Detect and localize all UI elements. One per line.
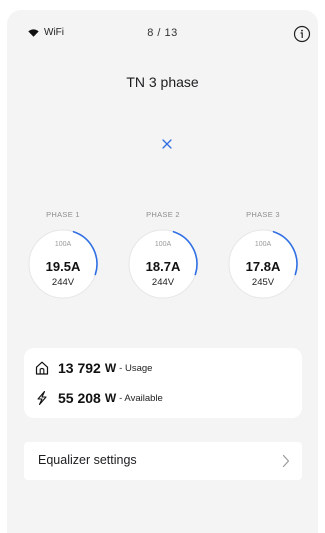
phase-current: 18.7A xyxy=(145,259,181,274)
phase-label: PHASE 3 xyxy=(246,210,280,219)
close-icon xyxy=(162,139,172,149)
phase-gauge: 100A 18.7A 244V xyxy=(123,224,203,304)
phase-label: PHASE 2 xyxy=(146,210,180,219)
chevron-right-icon xyxy=(282,454,290,468)
close-button[interactable] xyxy=(160,137,174,151)
phase-max-current: 100A xyxy=(54,241,72,248)
available-label: - Available xyxy=(119,392,163,404)
phase-current: 17.8A xyxy=(245,259,281,274)
phase-gauge-2: PHASE 2 100A 18.7A 244V xyxy=(123,210,203,304)
available-row: 55 208 W - Available xyxy=(34,390,163,406)
phase-label: PHASE 1 xyxy=(46,210,80,219)
app-screen: WiFi 8 / 13 TN 3 phase PHASE 1 100A 19.5… xyxy=(7,10,318,533)
available-unit: W xyxy=(104,391,117,405)
info-icon xyxy=(293,25,311,43)
available-value: 55 208 xyxy=(58,390,101,406)
phase-current: 19.5A xyxy=(45,259,81,274)
phase-max-current: 100A xyxy=(154,241,172,248)
usage-unit: W xyxy=(104,361,117,375)
phase-gauge: 100A 17.8A 245V xyxy=(223,224,303,304)
bolt-icon xyxy=(37,390,47,406)
usage-label: - Usage xyxy=(119,362,153,374)
phase-voltage: 244V xyxy=(51,277,75,288)
phase-voltage: 245V xyxy=(251,277,275,288)
phase-voltage: 244V xyxy=(151,277,175,288)
power-summary-card: 13 792 W - Usage 55 208 W - Available xyxy=(24,348,302,418)
phase-gauge: 100A 19.5A 244V xyxy=(23,224,103,304)
phase-max-current: 100A xyxy=(254,241,272,248)
phase-gauge-1: PHASE 1 100A 19.5A 244V xyxy=(23,210,103,304)
status-bar: WiFi 8 / 13 xyxy=(7,10,318,58)
page-title: TN 3 phase xyxy=(126,74,199,90)
info-button[interactable] xyxy=(293,25,311,43)
home-icon xyxy=(35,361,49,375)
equalizer-settings-button[interactable]: Equalizer settings xyxy=(24,442,302,480)
equalizer-settings-label: Equalizer settings xyxy=(38,453,137,467)
usage-value: 13 792 xyxy=(58,360,101,376)
step-counter: 8 / 13 xyxy=(147,27,178,39)
usage-row: 13 792 W - Usage xyxy=(34,360,152,376)
phase-gauge-3: PHASE 3 100A 17.8A 245V xyxy=(223,210,303,304)
